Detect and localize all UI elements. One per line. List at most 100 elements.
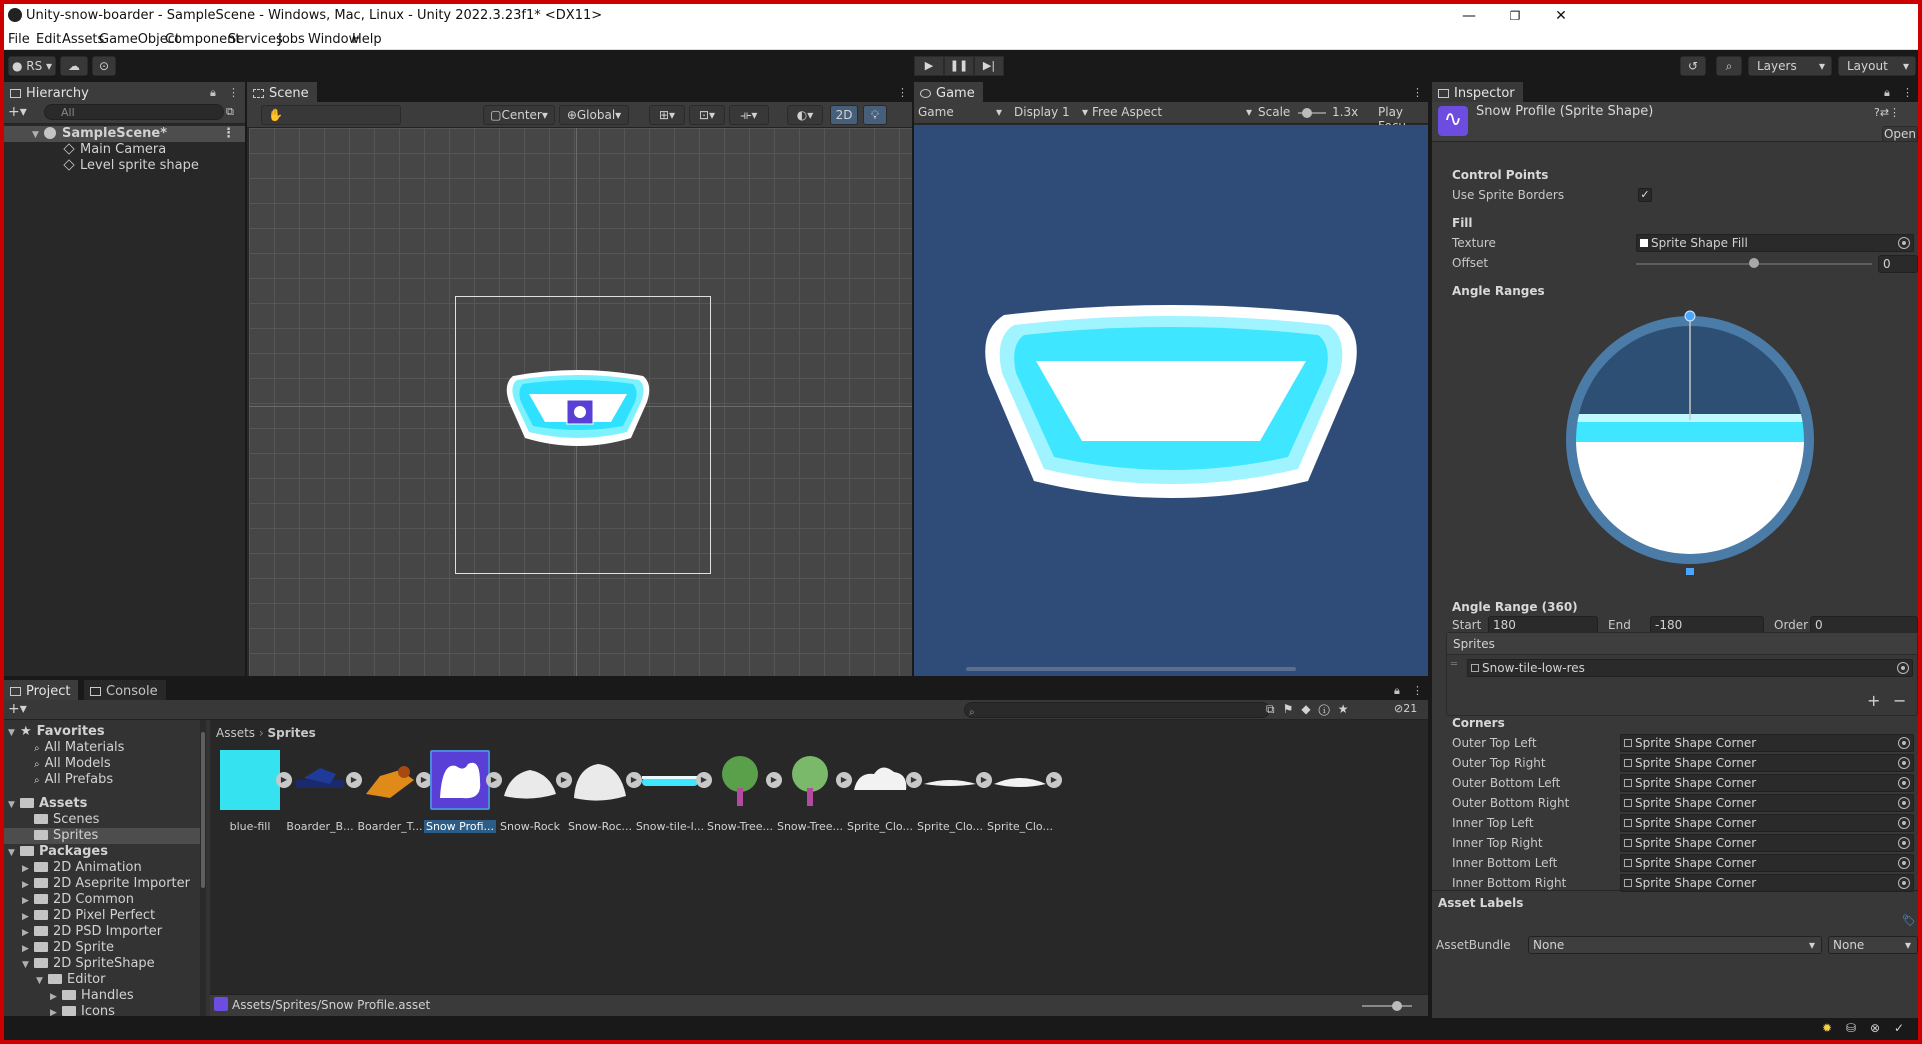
debug-mode-icon[interactable]: ⊗ [1870, 1021, 1880, 1035]
asset-item[interactable]: ▶ Snow-Tree... [774, 742, 852, 834]
hidden-packages-icon[interactable]: ⊘21 [1394, 702, 1417, 715]
space-dropdown[interactable]: ⊕Global▾ [559, 105, 629, 125]
step-button[interactable]: ▶| [974, 56, 1004, 76]
tag-icon[interactable]: 🏷︎ [1902, 914, 1916, 927]
menu-help[interactable]: Help [352, 32, 382, 47]
angle-range-wheel[interactable] [1560, 310, 1820, 578]
project-tree-item[interactable]: ▶ 2D Animation [4, 860, 200, 876]
menu-edit[interactable]: Edit [36, 32, 61, 47]
project-tree-item[interactable]: ▼ Editor [4, 972, 200, 988]
project-tree-item[interactable]: ▶ Handles [4, 988, 200, 1004]
project-tree-item[interactable]: ▶ 2D PSD Importer [4, 924, 200, 940]
tree-scrollbar[interactable] [200, 720, 206, 1016]
tree-scrollbar-thumb[interactable] [201, 732, 205, 888]
status-check-icon[interactable]: ✓ [1894, 1021, 1904, 1035]
use-sprite-borders-checkbox[interactable]: ✓ [1638, 188, 1652, 202]
add-sprite-button[interactable]: + [1867, 691, 1880, 710]
lock-icon[interactable]: 🔒︎ [1884, 86, 1890, 100]
tab-hierarchy[interactable]: Hierarchy [4, 82, 245, 102]
asset-item[interactable]: ▶ Sprite_Clo... [984, 742, 1062, 834]
project-tree-item[interactable]: Scenes [4, 812, 200, 828]
kebab-menu-icon[interactable]: ⋮ [1412, 684, 1423, 697]
asset-bundle-dropdown[interactable]: None ▾ [1528, 936, 1822, 954]
project-tree-item[interactable]: ▶ 2D Pixel Perfect [4, 908, 200, 924]
thumbnail-size-thumb[interactable] [1392, 1001, 1402, 1011]
object-picker-icon[interactable] [1898, 817, 1910, 829]
history-icon[interactable]: ↺ [1680, 56, 1706, 76]
lock-icon[interactable]: 🔒︎ [1394, 684, 1400, 698]
project-tree-item[interactable]: ⌕ All Models [4, 756, 200, 772]
collab-icon[interactable]: ⊙ [92, 56, 116, 76]
tab-project[interactable]: Project [4, 680, 79, 700]
pause-button[interactable]: ❚❚ [944, 56, 974, 76]
align-icon[interactable]: ⟛▾ [729, 105, 769, 125]
pivot-dropdown[interactable]: ▢Center▾ [483, 105, 555, 125]
add-icon[interactable]: +▾ [8, 701, 27, 717]
close-button[interactable]: ✕ [1538, 4, 1584, 28]
kebab-menu-icon[interactable]: ⋮ [228, 86, 239, 99]
layers-dropdown[interactable]: Layers ▾ [1748, 56, 1832, 76]
offset-field[interactable]: 0 [1878, 255, 1918, 273]
grid-snap-icon[interactable]: ⊞▾ [649, 105, 685, 125]
corner-field[interactable]: Sprite Shape Corner [1620, 754, 1914, 772]
mode-2d-toggle[interactable]: 2D [830, 105, 858, 125]
offset-slider-thumb[interactable] [1749, 258, 1759, 268]
hierarchy-search-input[interactable]: All [44, 104, 224, 120]
kebab-menu-icon[interactable]: ⋮ [222, 126, 235, 142]
thumbnail-size-slider[interactable] [1362, 1001, 1412, 1011]
account-dropdown[interactable]: ● RS ▾ [8, 56, 56, 76]
asset-item[interactable]: ▶ Snow-Rock [494, 742, 572, 834]
asset-item[interactable]: ▶ Boarder_T... [354, 742, 432, 834]
hierarchy-item-scene[interactable]: ▼ SampleScene* ⋮ [4, 126, 245, 142]
add-icon[interactable]: +▾ [8, 104, 27, 120]
lighting-icon[interactable]: 💡︎ [863, 105, 887, 125]
lock-icon[interactable]: 🔒︎ [210, 86, 216, 100]
asset-item[interactable]: ▶ Sprite_Clo... [844, 742, 922, 834]
sprite-item-field[interactable]: Snow-tile-low-res [1467, 659, 1913, 677]
expand-asset-icon[interactable]: ▶ [1046, 772, 1062, 788]
cloud-icon[interactable]: ☁ [60, 56, 88, 76]
asset-item[interactable]: ▶ Sprite_Clo... [914, 742, 992, 834]
project-tree-item[interactable]: ▶ 2D Sprite [4, 940, 200, 956]
asset-item[interactable]: ▶ Snow-Tree... [704, 742, 782, 834]
project-tree-item[interactable]: ▶ 2D Common [4, 892, 200, 908]
object-picker-icon[interactable] [1898, 737, 1910, 749]
object-picker-icon[interactable] [1898, 237, 1910, 249]
project-tree-item[interactable]: ▼ Packages [4, 844, 200, 860]
cache-server-icon[interactable]: ⛁ [1846, 1021, 1856, 1035]
horizontal-scrollbar[interactable] [966, 667, 1296, 671]
tab-game[interactable]: Game [914, 82, 983, 102]
asset-item[interactable]: ▶ Boarder_B... [284, 742, 362, 834]
tab-inspector[interactable]: Inspector [1432, 82, 1523, 102]
tab-console[interactable]: Console [84, 680, 166, 700]
project-tree-item[interactable]: ⌕ All Materials [4, 740, 200, 756]
asset-item[interactable]: ▶ Snow-Roc... [564, 742, 642, 834]
object-picker-icon[interactable] [1898, 837, 1910, 849]
filter-icon[interactable]: ⧉ [226, 105, 234, 119]
kebab-menu-icon[interactable]: ⋮ [897, 86, 908, 99]
play-button[interactable]: ▶ [914, 56, 944, 76]
menu-services[interactable]: Services [228, 32, 283, 47]
object-picker-icon[interactable] [1898, 857, 1910, 869]
minimize-button[interactable]: — [1446, 4, 1492, 28]
transform-tools[interactable]: ✋✥⟳⤢▭⊛ [261, 105, 401, 140]
progress-sun-icon[interactable]: ✹ [1822, 1021, 1832, 1035]
object-picker-icon[interactable] [1897, 662, 1909, 674]
open-button[interactable]: Open [1882, 126, 1918, 142]
object-picker-icon[interactable] [1898, 757, 1910, 769]
drag-handle-icon[interactable]: ═ [1451, 659, 1461, 671]
scene-view[interactable] [249, 128, 912, 676]
project-tree-item[interactable]: ▼ 2D SpriteShape [4, 956, 200, 972]
kebab-menu-icon[interactable]: ⋮ [1412, 86, 1423, 99]
maximize-button[interactable]: ❐ [1492, 4, 1538, 28]
project-tree-item[interactable]: ▼ ★ Favorites [4, 724, 200, 740]
menu-assets[interactable]: Assets [62, 32, 104, 47]
project-tree-item[interactable]: ▶ 2D Aseprite Importer [4, 876, 200, 892]
project-tree-item[interactable]: Sprites [4, 828, 200, 844]
object-picker-icon[interactable] [1898, 877, 1910, 889]
asset-item[interactable]: ▶ Snow-tile-l... [634, 742, 712, 834]
scale-slider[interactable] [1298, 108, 1326, 118]
draw-mode-icon[interactable]: ◐▾ [787, 105, 823, 125]
breadcrumb-assets[interactable]: Assets [216, 726, 255, 740]
asset-item[interactable]: ▶ blue-fill [214, 742, 292, 834]
